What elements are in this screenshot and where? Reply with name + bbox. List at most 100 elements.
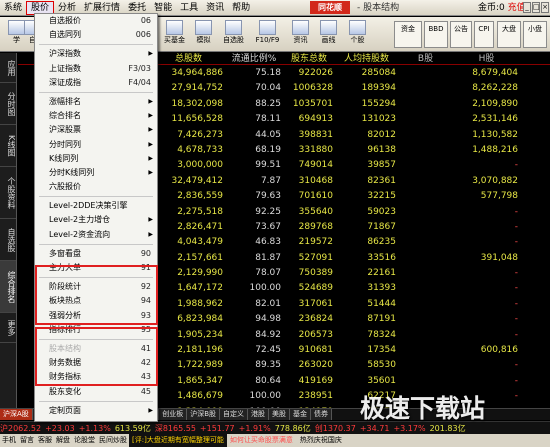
menu-item[interactable]: Level-2主力增仓 ▶ xyxy=(35,213,157,227)
menu-item-label: 沪深指数 xyxy=(49,49,81,59)
menu-item[interactable]: 上证指数 F3/03 xyxy=(35,62,157,76)
market-tab[interactable]: 债券 xyxy=(311,409,333,420)
menu-help[interactable]: 帮助 xyxy=(228,0,254,16)
market-tab[interactable]: 美股 xyxy=(269,409,291,420)
submenu-arrow-icon: ▶ xyxy=(148,97,153,105)
table-cell: 2,157,661 xyxy=(177,252,223,263)
submenu-arrow-icon: ▶ xyxy=(148,216,153,224)
announcement-button[interactable]: 公告 xyxy=(450,21,472,48)
market-tab[interactable]: 沪深A股 xyxy=(0,409,33,420)
status-mobile[interactable]: 手机 xyxy=(0,434,18,447)
sidebar-tab-profile[interactable]: 个股资料 xyxy=(0,167,16,219)
toolbar-news-button[interactable]: 资讯 xyxy=(286,20,315,49)
cpi-button[interactable]: CPI xyxy=(474,21,494,48)
table-cell: 6,823,984 xyxy=(177,314,223,325)
table-cell: 317061 xyxy=(298,298,333,309)
toolbar-watchlist-button[interactable]: 自选股 xyxy=(219,20,248,49)
col-header-float-ratio[interactable]: 流通比例% xyxy=(225,53,283,64)
col-header-avg-holding[interactable]: 人均持股数 xyxy=(335,53,398,64)
status-forum[interactable]: 论股堂 xyxy=(72,434,97,447)
menu-item[interactable]: 自选同列 006 xyxy=(35,28,157,42)
menu-tools[interactable]: 工具 xyxy=(176,0,202,16)
menu-item-label: 分时K线同列 xyxy=(49,167,95,177)
menu-item[interactable]: 深证成指 F4/04 xyxy=(35,76,157,90)
menu-system[interactable]: 系统 xyxy=(0,0,26,16)
table-cell: 89.35 xyxy=(255,360,281,371)
menu-item-label: 涨幅排名 xyxy=(49,96,81,106)
menu-item[interactable]: 多窗看盘 90 xyxy=(35,247,157,261)
table-cell xyxy=(398,220,453,235)
toolbar-draw-button[interactable]: 画线 xyxy=(314,20,343,49)
funds-button[interactable]: 资金 xyxy=(394,21,422,48)
sidebar-tab-watchlist[interactable]: 自选股 xyxy=(0,219,16,261)
table-cell: 78324 xyxy=(367,329,396,340)
menu-item-shortcut: F3/03 xyxy=(128,63,151,73)
minimize-icon[interactable]: _ xyxy=(523,2,531,13)
table-cell: - xyxy=(514,298,518,309)
col-header-b-share[interactable]: B股 xyxy=(398,53,453,64)
menu-item-label: 沪深股票 xyxy=(49,125,81,135)
market-tab[interactable]: 港股 xyxy=(248,409,270,420)
toolbar-buy-fund-button[interactable]: 买基金 xyxy=(160,20,189,49)
sidebar-tab-timeshare[interactable]: 分时图 xyxy=(0,83,16,125)
sidebar-tab-kline[interactable]: K线图 xyxy=(0,125,16,167)
small-cap-button[interactable]: 小盘 xyxy=(523,21,547,48)
status-message[interactable]: 留言 xyxy=(18,434,36,447)
status-service[interactable]: 客服 xyxy=(36,434,54,447)
maximize-icon[interactable]: □ xyxy=(532,2,540,13)
col-header-shareholders[interactable]: 股东总数 xyxy=(283,53,335,64)
toolbar-simulate-button[interactable]: 模拟 xyxy=(189,20,218,49)
table-cell xyxy=(398,297,453,312)
news-ticker-2[interactable]: 如何让买命股票满意 xyxy=(227,434,296,447)
table-cell: 79.63 xyxy=(255,191,281,202)
menu-item[interactable]: 分时同列 ▶ xyxy=(35,138,157,152)
market-tab[interactable]: 基金 xyxy=(290,409,312,420)
col-header-h-share[interactable]: H股 xyxy=(453,53,520,64)
submenu-arrow-icon: ▶ xyxy=(148,406,153,414)
status-folk[interactable]: 民间炒股 xyxy=(97,434,129,447)
menu-item[interactable]: 涨幅排名 ▶ xyxy=(35,95,157,109)
toolbar-f10-button[interactable]: F10/F9 xyxy=(253,20,282,49)
market-tab[interactable]: 自定义 xyxy=(220,409,249,420)
menu-item[interactable]: 沪深指数 ▶ xyxy=(35,47,157,61)
sidebar-tab-apps[interactable]: 应用 xyxy=(0,53,16,83)
table-cell xyxy=(398,312,453,327)
menu-item[interactable]: Level-2资金流向 ▶ xyxy=(35,228,157,242)
market-tab[interactable]: 沪深B股 xyxy=(187,409,221,420)
table-cell: 8,679,404 xyxy=(472,68,518,78)
toolbar-stock-button[interactable]: 个股 xyxy=(343,20,372,49)
news-ticker[interactable]: [评:]大盘近期有宽幅整理可能 xyxy=(129,434,227,447)
col-header-total-shares[interactable]: 总股数 xyxy=(152,53,225,64)
bbd-button[interactable]: BBD xyxy=(424,21,448,48)
menu-item[interactable]: 分时K线同列 ▶ xyxy=(35,166,157,180)
menu-item[interactable]: 六股报价 xyxy=(35,180,157,194)
table-cell: - xyxy=(514,329,518,340)
menu-item[interactable]: Level-2DDE决策引擎 xyxy=(35,199,157,213)
menu-item[interactable]: 自选报价 06 xyxy=(35,14,157,28)
large-cap-button[interactable]: 大盘 xyxy=(497,21,521,48)
status-analysis[interactable]: 解盘 xyxy=(54,434,72,447)
menu-item[interactable]: 综合排名 ▶ xyxy=(35,109,157,123)
table-cell: - xyxy=(514,268,518,279)
menu-item[interactable]: K线同列 ▶ xyxy=(35,152,157,166)
table-cell xyxy=(398,266,453,281)
table-cell: 131023 xyxy=(361,114,396,125)
table-cell: 236824 xyxy=(298,314,333,325)
highlight-box-stats xyxy=(35,265,158,325)
menu-item[interactable]: 股东变化 45 xyxy=(35,385,157,399)
sidebar-tab-ranking[interactable]: 综合排名 xyxy=(0,261,16,313)
menu-info[interactable]: 资讯 xyxy=(202,0,228,16)
table-cell: 910681 xyxy=(298,345,333,356)
table-cell: 68.19 xyxy=(255,144,281,155)
market-tab[interactable]: 创业板 xyxy=(159,409,188,420)
window-controls: _ □ × xyxy=(523,2,549,13)
close-icon[interactable]: × xyxy=(541,2,549,13)
table-cell: 2,531,146 xyxy=(472,114,518,125)
submenu-arrow-icon: ▶ xyxy=(148,168,153,176)
sidebar-tab-more[interactable]: 更多 xyxy=(0,313,16,343)
draw-icon xyxy=(320,20,337,35)
table-cell: 17354 xyxy=(367,345,396,356)
menu-item[interactable]: 沪深股票 ▶ xyxy=(35,123,157,137)
table-cell: 75.18 xyxy=(255,68,281,78)
menu-item[interactable]: 定制页面 ▶ xyxy=(35,404,157,418)
